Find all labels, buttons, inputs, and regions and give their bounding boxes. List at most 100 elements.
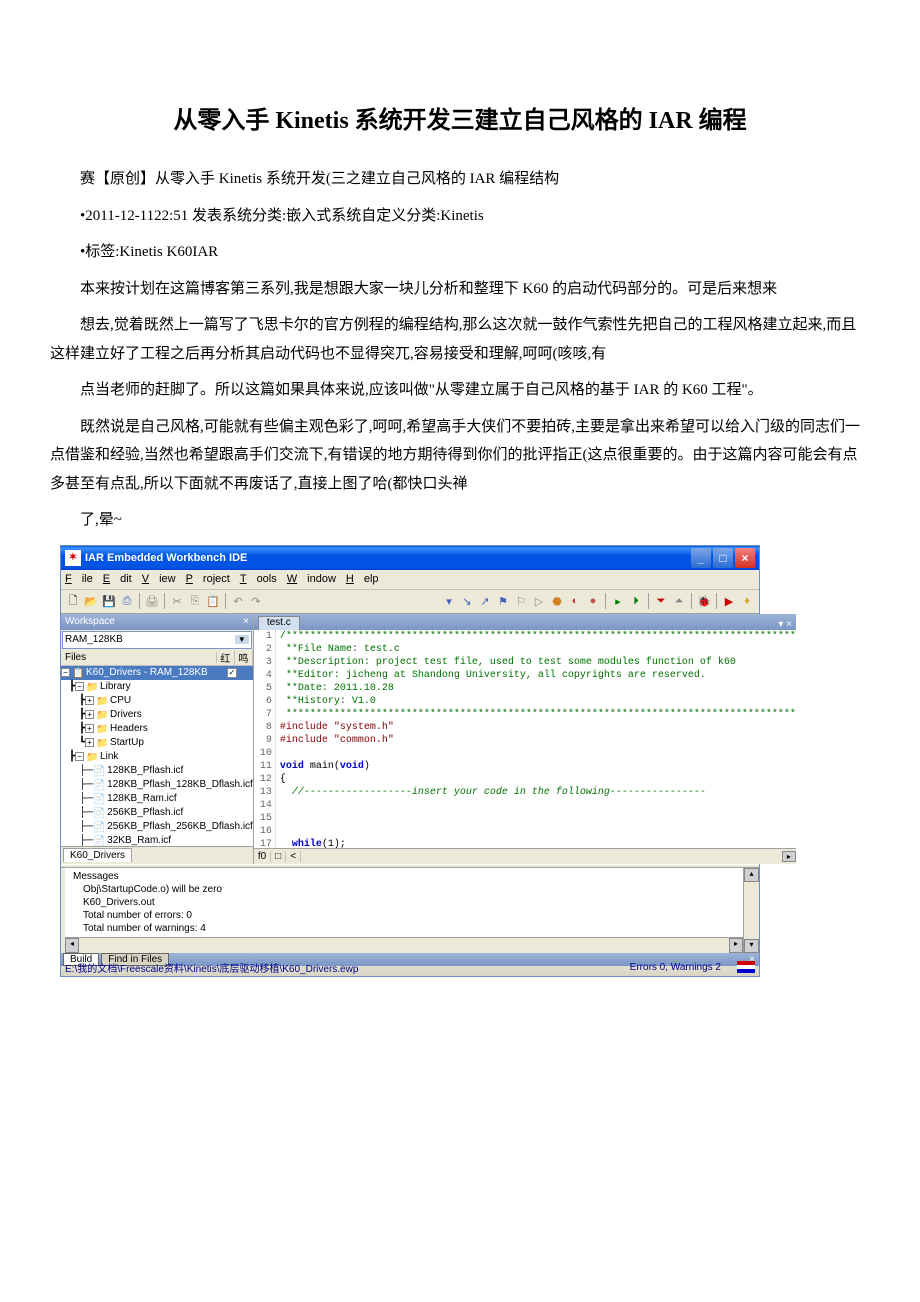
file-icon: 📄 bbox=[93, 793, 105, 805]
paragraph: 既然说是自己风格,可能就有些偏主观色彩了,呵呵,希望高手大侠们不要拍砖,主要是拿… bbox=[50, 413, 870, 499]
toolbar-save-icon[interactable]: 💾 bbox=[101, 593, 117, 609]
tree-toggle-icon[interactable]: − bbox=[75, 752, 84, 761]
tree-toggle-icon[interactable]: − bbox=[75, 682, 84, 691]
ide-menubar: File Edit View Project Tools Window Help bbox=[61, 570, 759, 590]
file-icon: 📄 bbox=[93, 821, 105, 833]
tree-toggle-icon[interactable]: + bbox=[85, 738, 94, 747]
toolbar-bookmark-icon[interactable]: ⚑ bbox=[495, 593, 511, 609]
config-dropdown[interactable]: RAM_128KB ▼ bbox=[62, 631, 252, 649]
statusbar-flag-icon bbox=[737, 961, 755, 973]
messages-vscroll[interactable]: ▴ ▾ bbox=[743, 868, 759, 953]
messages-hscroll[interactable]: ◂ ▸ bbox=[65, 937, 743, 953]
editor-statusbar: f0 □ < ▸ bbox=[254, 848, 796, 864]
tree-file-icf[interactable]: ├─ 📄32KB_Ram.icf bbox=[61, 834, 253, 846]
toolbar-go-icon[interactable]: ▶ bbox=[721, 593, 737, 609]
window-minimize-button[interactable]: _ bbox=[691, 548, 711, 568]
toolbar-cut-icon[interactable]: ✂ bbox=[169, 593, 185, 609]
tree-folder-link[interactable]: ┣−📁Link bbox=[61, 750, 253, 764]
scroll-left-icon[interactable]: ◂ bbox=[65, 938, 79, 953]
files-label: Files bbox=[61, 652, 217, 663]
menu-help[interactable]: Help bbox=[346, 573, 379, 585]
toolbar-make-icon[interactable]: ⬣ bbox=[549, 593, 565, 609]
tree-file-icf[interactable]: ├─ 📄128KB_Pflash_128KB_Dflash.icf bbox=[61, 778, 253, 792]
menu-project[interactable]: Project bbox=[186, 573, 230, 585]
scroll-right-icon[interactable]: ▸ bbox=[782, 851, 796, 862]
workspace-close-icon[interactable]: × bbox=[243, 616, 249, 627]
message-line: Total number of warnings: 4 bbox=[83, 922, 739, 935]
dropdown-arrow-icon[interactable]: ▼ bbox=[235, 635, 249, 644]
toolbar-open-icon[interactable]: 📂 bbox=[83, 593, 99, 609]
toolbar-last-icon[interactable]: ♦ bbox=[739, 593, 755, 609]
tree-file-icf[interactable]: ├─ 📄256KB_Pflash_256KB_Dflash.icf bbox=[61, 820, 253, 834]
toolbar-stop-icon[interactable]: ◐ bbox=[567, 593, 583, 609]
tree-toggle-icon[interactable]: + bbox=[85, 710, 94, 719]
paragraph: 点当老师的赶脚了。所以这篇如果具体来说,应该叫做"从零建立属于自己风格的基于 I… bbox=[50, 376, 870, 405]
tree-file-icf[interactable]: ├─ 📄128KB_Ram.icf bbox=[61, 792, 253, 806]
workspace-tab[interactable]: K60_Drivers bbox=[63, 848, 132, 862]
window-maximize-button[interactable]: □ bbox=[713, 548, 733, 568]
editor-status-item: f0 bbox=[254, 851, 271, 862]
code-area[interactable]: /***************************************… bbox=[276, 630, 796, 848]
messages-panel: Messages Obj\StartupCode.o) will be zero… bbox=[61, 868, 759, 958]
toolbar-dl2-icon[interactable]: ⏶ bbox=[671, 593, 687, 609]
toolbar-nav-icon[interactable]: ↘ bbox=[459, 593, 475, 609]
tree-label: Headers bbox=[110, 722, 148, 736]
tree-folder-headers[interactable]: ┣+📁Headers bbox=[61, 722, 253, 736]
editor-content[interactable]: 123456789101112131415161718 /***********… bbox=[254, 630, 796, 848]
folder-icon: 📁 bbox=[96, 737, 108, 749]
files-col1: 红 bbox=[217, 650, 235, 665]
tree-folder-library[interactable]: ┣−📁Library bbox=[61, 680, 253, 694]
toolbar-break-icon[interactable]: ● bbox=[585, 593, 601, 609]
workspace-panel: Workspace × RAM_128KB ▼ Files 红 鸣 − 📋 bbox=[61, 614, 254, 864]
toolbar-paste-icon[interactable]: 📋 bbox=[205, 593, 221, 609]
tree-toggle-icon[interactable]: + bbox=[85, 724, 94, 733]
editor-panel-pin-icon[interactable]: ▾ × bbox=[774, 619, 796, 630]
tree-folder-startup[interactable]: ┗+📁StartUp bbox=[61, 736, 253, 750]
editor-tab[interactable]: test.c bbox=[258, 616, 300, 630]
tree-toggle-icon[interactable]: − bbox=[61, 668, 70, 677]
tree-toggle-icon[interactable]: + bbox=[85, 696, 94, 705]
file-tree[interactable]: − 📋 K60_Drivers - RAM_128KB ✓ ┣−📁Library… bbox=[61, 666, 253, 846]
files-col2: 鸣 bbox=[235, 650, 253, 665]
tree-label: 128KB_Pflash_128KB_Dflash.icf bbox=[107, 778, 253, 792]
toolbar-new-icon[interactable]: 🗋 bbox=[65, 593, 81, 609]
tree-file-icf[interactable]: ├─ 📄256KB_Pflash.icf bbox=[61, 806, 253, 820]
toolbar-help-icon[interactable]: 🐞 bbox=[696, 593, 712, 609]
folder-icon: 📁 bbox=[96, 709, 108, 721]
menu-tools[interactable]: Tools bbox=[240, 573, 277, 585]
toolbar-copy-icon[interactable]: ⎘ bbox=[187, 593, 203, 609]
ide-window: ✶ IAR Embedded Workbench IDE _ □ × File … bbox=[60, 545, 760, 977]
tree-file-icf[interactable]: ├─ 📄128KB_Pflash.icf bbox=[61, 764, 253, 778]
tree-folder-cpu[interactable]: ┣+📁CPU bbox=[61, 694, 253, 708]
toolbar-print-icon[interactable]: 🖨 bbox=[144, 593, 160, 609]
toolbar-saveall-icon[interactable]: ⎙ bbox=[119, 593, 135, 609]
tree-label: Link bbox=[100, 750, 118, 764]
tree-check-icon[interactable]: ✓ bbox=[227, 668, 237, 678]
editor-panel: test.c ▾ × 123456789101112131415161718 /… bbox=[254, 614, 796, 864]
tree-project-root[interactable]: − 📋 K60_Drivers - RAM_128KB ✓ bbox=[61, 666, 253, 680]
scroll-down-icon[interactable]: ▾ bbox=[744, 939, 759, 953]
folder-icon: 📁 bbox=[86, 751, 98, 763]
toolbar-compile-icon[interactable]: ▷ bbox=[531, 593, 547, 609]
toolbar-debug-icon[interactable]: ▸ bbox=[610, 593, 626, 609]
toolbar-redo-icon[interactable]: ↷ bbox=[248, 593, 264, 609]
scroll-right-icon[interactable]: ▸ bbox=[729, 938, 743, 953]
menu-file[interactable]: File bbox=[65, 573, 93, 585]
toolbar-debug2-icon[interactable]: ⏵ bbox=[628, 593, 644, 609]
scroll-up-icon[interactable]: ▴ bbox=[744, 868, 759, 882]
window-close-button[interactable]: × bbox=[735, 548, 755, 568]
menu-window[interactable]: Window bbox=[287, 573, 336, 585]
menu-edit[interactable]: Edit bbox=[103, 573, 132, 585]
messages-content[interactable]: Messages Obj\StartupCode.o) will be zero… bbox=[65, 868, 743, 937]
toolbar-nav2-icon[interactable]: ↗ bbox=[477, 593, 493, 609]
config-dropdown-value: RAM_128KB bbox=[65, 634, 123, 645]
menu-view[interactable]: View bbox=[142, 573, 176, 585]
statusbar-errors: Errors 0, Warnings 2 bbox=[630, 962, 721, 973]
toolbar-dropdown-arrow-icon[interactable]: ▾ bbox=[441, 593, 457, 609]
ide-titlebar[interactable]: ✶ IAR Embedded Workbench IDE _ □ × bbox=[61, 546, 759, 570]
toolbar-undo-icon[interactable]: ↶ bbox=[230, 593, 246, 609]
toolbar-download-icon[interactable]: ⏷ bbox=[653, 593, 669, 609]
tree-folder-drivers[interactable]: ┣+📁Drivers bbox=[61, 708, 253, 722]
folder-icon: 📁 bbox=[96, 695, 108, 707]
toolbar-bookmark2-icon[interactable]: ⚐ bbox=[513, 593, 529, 609]
